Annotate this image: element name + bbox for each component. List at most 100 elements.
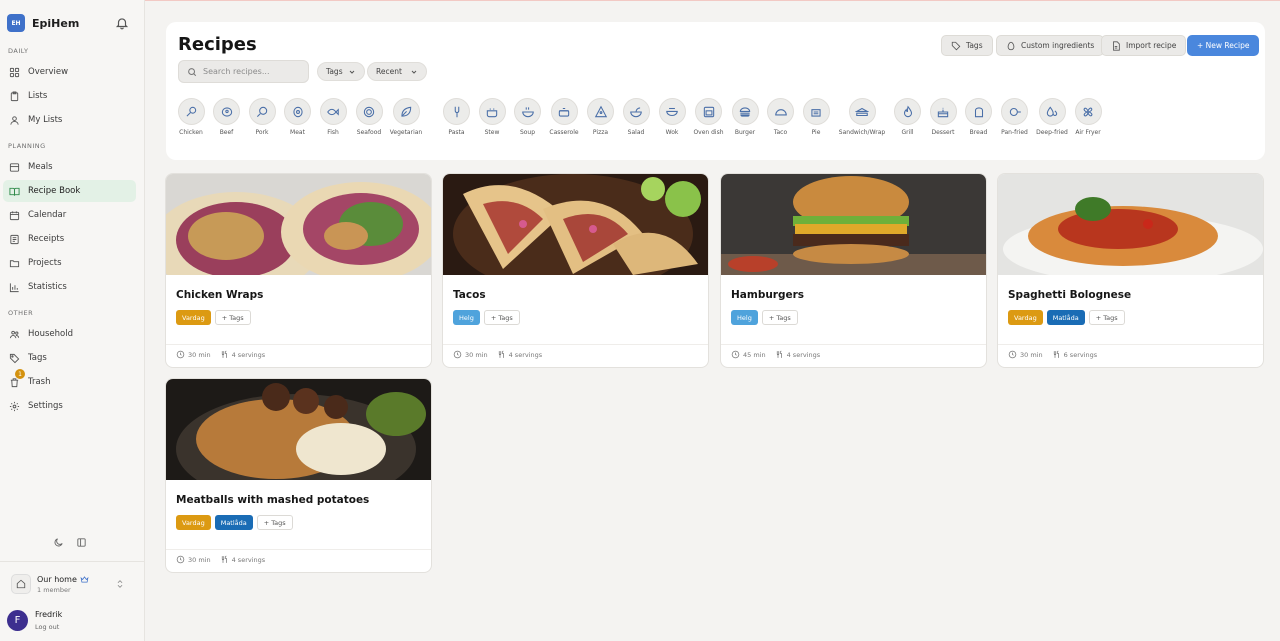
import-recipe-label: Import recipe [1126, 41, 1177, 50]
category-chicken[interactable]: Chicken [173, 98, 209, 136]
category-meat[interactable]: Meat [280, 98, 315, 136]
category-sandwich-wrap[interactable]: Sandwich/Wrap [834, 98, 890, 136]
add-tags-button[interactable]: + Tags [483, 310, 520, 325]
category-bread[interactable]: Bread [961, 98, 996, 136]
tags-filter-dropdown[interactable]: Tags [317, 62, 365, 81]
add-tags-button[interactable]: + Tags [214, 310, 251, 325]
moon-icon[interactable] [53, 537, 64, 548]
category-soup[interactable]: Soup [510, 98, 545, 136]
category-taco[interactable]: Taco [763, 98, 798, 136]
shell-icon [363, 106, 375, 117]
add-tags-button[interactable]: + Tags [761, 310, 798, 325]
category-burger[interactable]: Burger [727, 98, 763, 136]
brand[interactable]: EH EpiHem [7, 14, 79, 32]
tag-badge[interactable]: Vardag [176, 310, 211, 325]
logout-link[interactable]: Log out [35, 623, 62, 631]
tags-button[interactable]: Tags [941, 35, 993, 56]
recipe-servings: 4 servings [786, 350, 821, 359]
chart-icon [9, 282, 19, 292]
recipe-meta: 30 min 4 servings [176, 350, 265, 359]
category-pizza[interactable]: Pizza [583, 98, 618, 136]
recipe-image [721, 174, 986, 275]
tag-badge[interactable]: Vardag [1008, 310, 1043, 325]
chevron-down-icon [349, 70, 354, 74]
sort-dropdown[interactable]: Recent [367, 62, 427, 81]
category-pork[interactable]: Pork [244, 98, 280, 136]
category-pasta[interactable]: Pasta [439, 98, 474, 136]
search-input[interactable] [203, 67, 303, 76]
sidebar-item-household[interactable]: Household [3, 323, 136, 345]
sidebar-panel-icon[interactable] [76, 537, 87, 548]
category-pie[interactable]: Pie [798, 98, 834, 136]
sidebar-item-recipe-book[interactable]: Recipe Book [3, 180, 136, 202]
fish-icon [327, 107, 339, 116]
category-beef[interactable]: Beef [209, 98, 244, 136]
category-fish[interactable]: Fish [315, 98, 351, 136]
fan-icon [1083, 107, 1093, 116]
category-oven-dish[interactable]: Oven dish [690, 98, 727, 136]
sidebar-item-meals[interactable]: Meals [3, 156, 136, 178]
recipe-title: Meatballs with mashed potatoes [176, 494, 370, 506]
sidebar-item-tags[interactable]: Tags [3, 347, 136, 369]
tags-filter-label: Tags [326, 67, 343, 76]
sidebar-item-settings[interactable]: Settings [3, 395, 136, 417]
recipe-servings: 4 servings [231, 555, 266, 564]
grid-icon [9, 67, 20, 77]
recipe-card-meatballs[interactable]: Meatballs with mashed potatoes Vardag Ma… [165, 378, 432, 573]
card-divider [166, 344, 431, 345]
custom-ingredients-button[interactable]: Custom ingredients [996, 35, 1105, 56]
category-deep-fried[interactable]: Deep-fried [1033, 98, 1071, 136]
sidebar-item-my-lists[interactable]: My Lists [3, 109, 136, 131]
cake-icon [937, 107, 949, 117]
search-box[interactable] [178, 60, 309, 83]
household-switcher[interactable]: Our home 1 member [11, 572, 133, 596]
new-recipe-button[interactable]: + New Recipe [1187, 35, 1260, 56]
bell-icon[interactable] [115, 16, 129, 30]
recipe-card-tacos[interactable]: Tacos Helg + Tags 30 min 4 servings [442, 173, 709, 368]
pie-icon [811, 108, 821, 117]
category-air-fryer[interactable]: Air Fryer [1071, 98, 1105, 136]
flame-icon [903, 105, 912, 117]
sidebar-item-calendar[interactable]: Calendar [3, 204, 136, 226]
tag-badge[interactable]: Helg [453, 310, 480, 325]
burger-icon [739, 106, 751, 117]
tag-badge[interactable]: Matlåda [1046, 310, 1085, 325]
recipe-card-chicken-wraps[interactable]: Chicken Wraps Vardag + Tags 30 min 4 ser… [165, 173, 432, 368]
recipe-card-hamburgers[interactable]: Hamburgers Helg + Tags 45 min 4 servings [720, 173, 987, 368]
casserole-icon [558, 107, 570, 117]
sidebar-item-label: Settings [28, 401, 63, 411]
category-dessert[interactable]: Dessert [925, 98, 961, 136]
sidebar-item-statistics[interactable]: Statistics [3, 276, 136, 298]
recipe-tags: Vardag + Tags [176, 310, 251, 325]
sidebar-item-overview[interactable]: Overview [3, 61, 136, 83]
sidebar-item-receipts[interactable]: Receipts [3, 228, 136, 250]
sidebar-item-trash[interactable]: 1 Trash [3, 369, 136, 393]
sandwich-icon [855, 107, 869, 116]
add-tags-button[interactable]: + Tags [1088, 310, 1125, 325]
import-recipe-button[interactable]: Import recipe [1101, 35, 1187, 56]
category-casserole[interactable]: Casserole [545, 98, 583, 136]
category-pan-fried[interactable]: Pan-fried [996, 98, 1033, 136]
recipe-servings: 4 servings [508, 350, 543, 359]
recipe-card-spaghetti-bolognese[interactable]: Spaghetti Bolognese Vardag Matlåda + Tag… [997, 173, 1264, 368]
add-tags-button[interactable]: + Tags [256, 515, 293, 530]
category-vegetarian[interactable]: Vegetarian [387, 98, 425, 136]
category-seafood[interactable]: Seafood [351, 98, 387, 136]
category-grill[interactable]: Grill [890, 98, 925, 136]
user-profile[interactable]: F Fredrik Log out [7, 610, 62, 631]
sidebar-item-lists[interactable]: Lists [3, 85, 136, 107]
egg-icon [1007, 41, 1015, 50]
leaf-icon [401, 106, 412, 117]
category-stew[interactable]: Stew [474, 98, 510, 136]
tag-badge[interactable]: Vardag [176, 515, 211, 530]
tag-badge[interactable]: Helg [731, 310, 758, 325]
sidebar-item-label: Trash [28, 377, 51, 387]
clock-icon [453, 350, 462, 359]
person-icon [10, 115, 19, 125]
card-divider [721, 344, 986, 345]
tag-badge[interactable]: Matlåda [214, 515, 253, 530]
top-border [0, 0, 1280, 1]
sidebar-item-projects[interactable]: Projects [3, 252, 136, 274]
category-salad[interactable]: Salad [618, 98, 654, 136]
category-wok[interactable]: Wok [654, 98, 690, 136]
